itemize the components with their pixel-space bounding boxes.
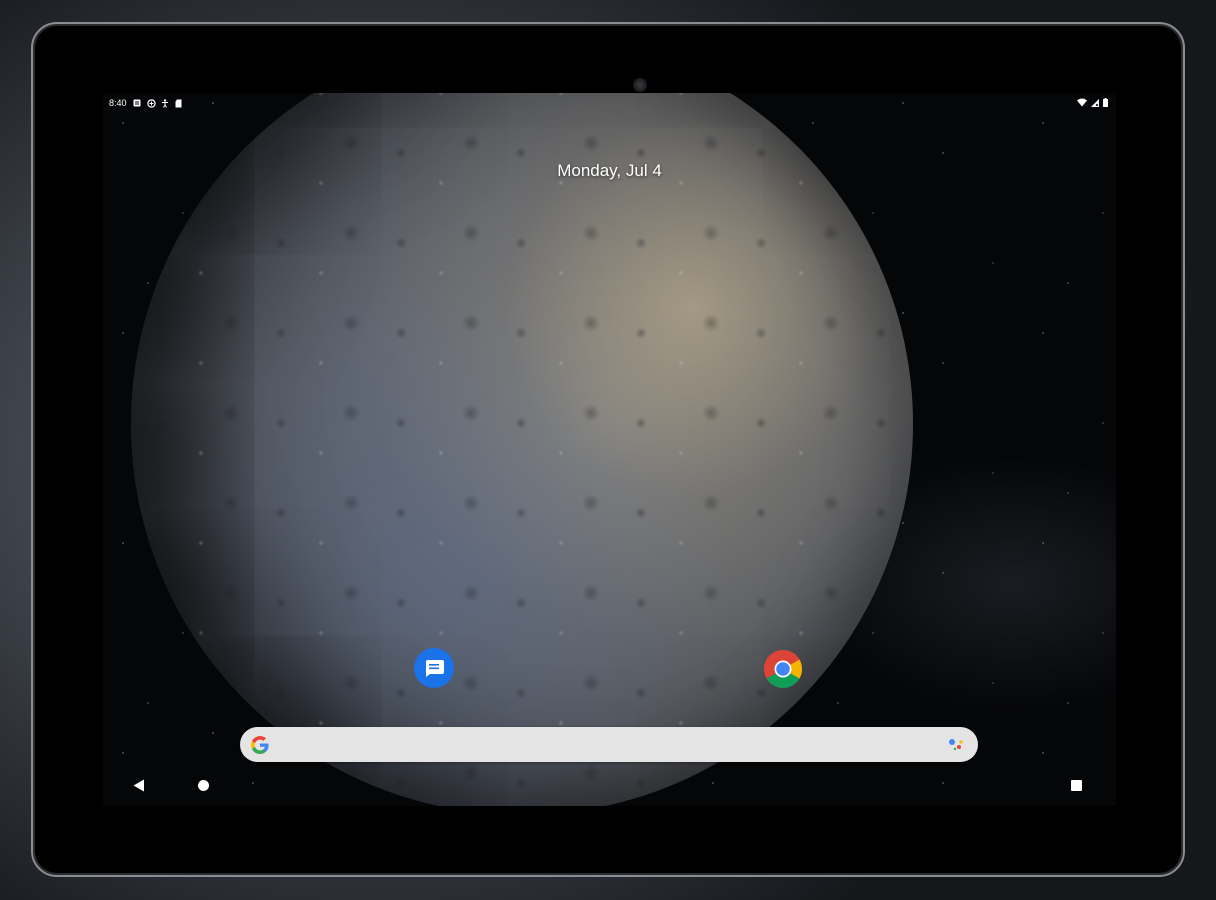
signal-icon [1091, 98, 1099, 109]
date-widget[interactable]: Monday, Jul 4 [103, 161, 1116, 181]
planet-wallpaper [131, 93, 913, 806]
recents-icon[interactable] [1071, 780, 1082, 791]
back-icon[interactable] [133, 779, 145, 797]
battery-icon [1103, 98, 1108, 109]
google-search-bar[interactable] [240, 727, 978, 764]
navigation-bar [103, 765, 1116, 806]
status-bar-left: 8:40 [109, 98, 183, 108]
status-bar[interactable]: 8:40 [103, 93, 1116, 115]
messages-icon [426, 660, 444, 677]
chrome-icon [764, 650, 802, 688]
chrome-app-icon[interactable] [763, 649, 803, 689]
data-saver-icon [146, 99, 156, 108]
sd-card-icon [175, 99, 183, 108]
wifi-icon [1077, 98, 1087, 109]
accessibility-icon [161, 99, 169, 108]
notification-icon [133, 99, 141, 107]
front-camera [633, 78, 647, 92]
assistant-icon[interactable] [948, 737, 966, 758]
google-g-icon[interactable] [250, 735, 270, 760]
home-icon[interactable] [198, 780, 209, 791]
planet-craters [131, 93, 913, 806]
status-time: 8:40 [109, 98, 127, 108]
status-bar-right [1077, 98, 1108, 109]
home-screen[interactable]: 8:40 Monday, Jul 4 [103, 93, 1116, 806]
messages-app-icon[interactable] [414, 648, 454, 688]
search-input[interactable] [280, 727, 924, 764]
